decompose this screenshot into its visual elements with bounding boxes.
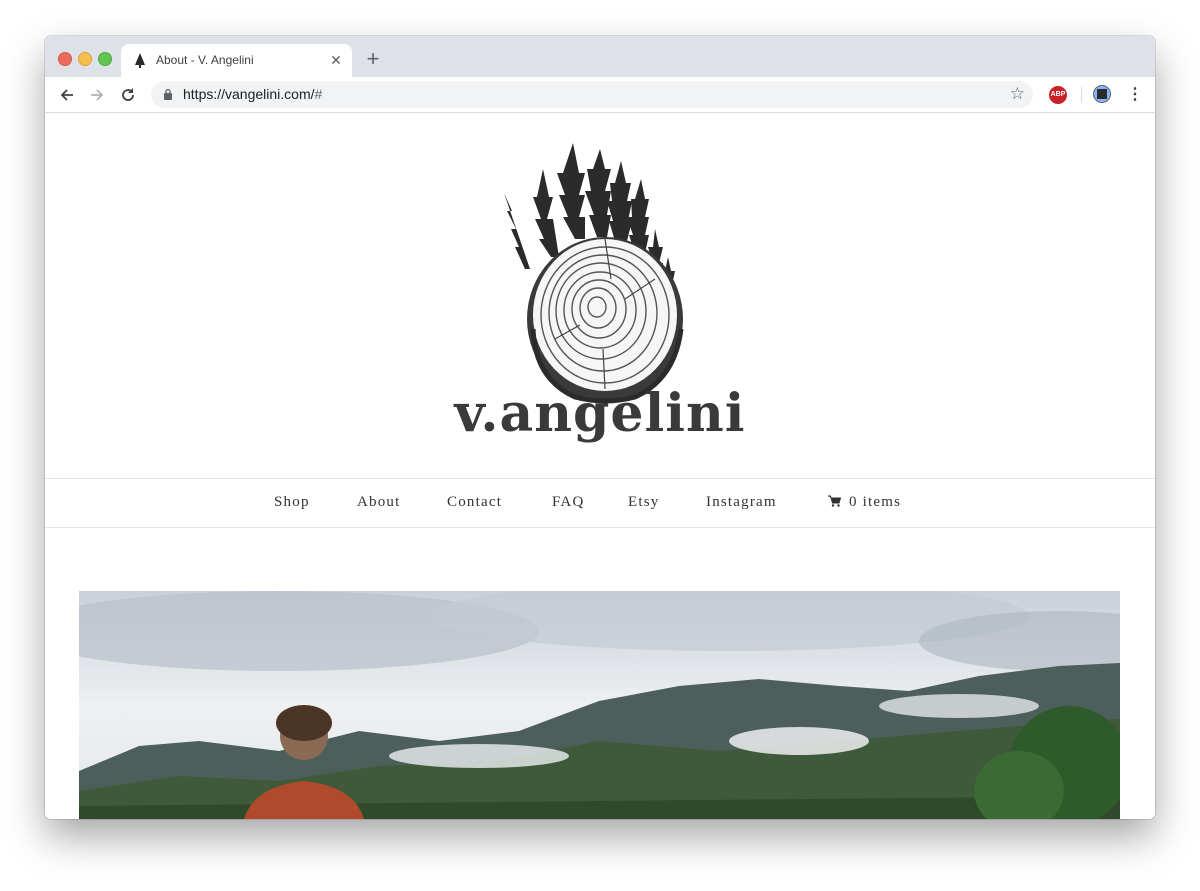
star-icon[interactable]: ☆	[1010, 85, 1025, 103]
reload-icon[interactable]	[118, 85, 138, 105]
url-host: https://vangelini.com/	[183, 86, 315, 102]
page-content: v.angelini Shop About Contact FAQ Etsy I…	[45, 113, 1155, 819]
minimize-window-button[interactable]	[78, 52, 92, 66]
main-navigation: Shop About Contact FAQ Etsy Instagram 0 …	[45, 478, 1155, 528]
cart-icon	[828, 495, 841, 507]
nav-shop[interactable]: Shop	[274, 494, 310, 511]
profile-avatar[interactable]	[1093, 85, 1111, 103]
more-menu-icon[interactable]: ⋮	[1127, 86, 1143, 104]
url-fragment: #	[314, 86, 323, 102]
nav-cart[interactable]: 0 items	[828, 494, 901, 511]
nav-contact[interactable]: Contact	[447, 494, 502, 511]
toolbar-divider	[1081, 87, 1082, 103]
tab-close-icon[interactable]: ✕	[328, 52, 344, 68]
tab-strip: About - V. Angelini ✕ +	[45, 36, 1155, 77]
lock-icon	[164, 88, 172, 100]
tree-favicon-icon	[135, 53, 145, 68]
browser-toolbar: https://vangelini.com/# ☆ ABP ⋮	[45, 77, 1155, 113]
hero-mountain-photo	[79, 591, 1120, 819]
close-window-button[interactable]	[58, 52, 72, 66]
arrow-right-icon[interactable]	[87, 85, 107, 105]
site-brand-title[interactable]: v.angelini	[45, 383, 1155, 444]
maximize-window-button[interactable]	[98, 52, 112, 66]
address-bar[interactable]: https://vangelini.com/# ☆	[151, 81, 1033, 108]
url-text: https://vangelini.com/#	[183, 86, 322, 102]
nav-about[interactable]: About	[357, 494, 401, 511]
new-tab-icon[interactable]: +	[363, 48, 383, 70]
nav-instagram[interactable]: Instagram	[706, 494, 777, 511]
cart-count-label: 0 items	[849, 494, 902, 510]
tab-active[interactable]: About - V. Angelini ✕	[121, 44, 352, 77]
avatar-image	[1097, 89, 1107, 99]
nav-faq[interactable]: FAQ	[552, 494, 585, 511]
adblock-extension-icon[interactable]: ABP	[1049, 86, 1067, 104]
arrow-left-icon[interactable]	[57, 85, 77, 105]
browser-window: About - V. Angelini ✕ + https://vangelin…	[45, 36, 1155, 819]
nav-etsy[interactable]: Etsy	[628, 494, 659, 511]
tab-title: About - V. Angelini	[156, 53, 254, 67]
